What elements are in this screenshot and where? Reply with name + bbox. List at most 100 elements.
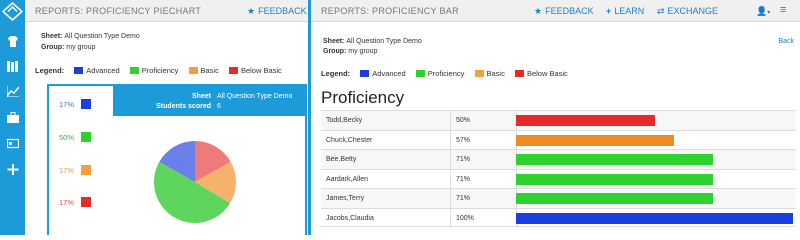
proficiency-bar <box>516 115 655 126</box>
left-icon-rail <box>0 0 25 235</box>
column-divider <box>450 130 451 149</box>
proficiency-heading: Proficiency <box>321 88 405 107</box>
learn-link[interactable]: + LEARN <box>606 6 644 16</box>
pct-advanced: 17% <box>59 100 75 109</box>
table-row: James,Terry 71% <box>321 188 796 208</box>
pct-proficiency: 50% <box>59 133 75 142</box>
pct-swatch-below-basic <box>81 197 91 207</box>
group-meta-right: Group: my group <box>323 48 377 55</box>
student-name: Bee,Betty <box>326 156 357 163</box>
legend-swatch-basic <box>474 70 484 77</box>
legend-swatch-advanced <box>360 70 370 77</box>
table-row: Bee,Betty 71% <box>321 149 796 169</box>
piechart-report-panel: REPORTS: PROFICIENCY PIECHART ★ FEEDBACK … <box>25 0 308 235</box>
briefcase-icon[interactable] <box>6 112 19 124</box>
back-link[interactable]: Back <box>778 38 794 45</box>
legend-label-below-basic: Below Basic <box>526 69 568 78</box>
piechart-topbar: REPORTS: PROFICIENCY PIECHART ★ FEEDBACK <box>25 0 308 22</box>
legend-swatch-below-basic <box>514 70 524 77</box>
pct-swatch-basic <box>81 165 91 175</box>
sheet-meta-right: Sheet: All Question Type Demo <box>323 38 422 45</box>
student-name: James,Terry <box>326 195 365 202</box>
legend-title: Legend: <box>35 66 65 75</box>
library-icon[interactable] <box>6 61 19 73</box>
pie-sheet-value: All Question Type Demo <box>217 93 293 100</box>
pct-swatch-advanced <box>81 99 91 109</box>
proficiency-bar <box>516 154 713 165</box>
line-chart-icon[interactable] <box>5 86 20 98</box>
column-divider <box>450 189 451 208</box>
legend-label-advanced: Advanced <box>86 66 120 75</box>
pie-students-key: Students scored <box>156 103 211 110</box>
group-meta: Group: my group <box>41 44 95 51</box>
student-name: Jacobs,Claudia <box>326 214 374 222</box>
legend-label-below-basic: Below Basic <box>240 66 282 75</box>
user-icon: 👤 <box>756 6 768 16</box>
proficiency-pie-chart <box>153 141 236 224</box>
shirt-icon[interactable] <box>6 36 19 48</box>
star-icon: ★ <box>534 6 543 16</box>
sheet-value-right: All Question Type Demo <box>346 38 422 45</box>
proficiency-bar-table: Todd,Becky 50% Chuck,Chester 57% Bee,Betty… <box>321 110 796 227</box>
sheet-value: All Question Type Demo <box>64 33 140 40</box>
student-pct: 71% <box>456 156 471 163</box>
bar-topbar: REPORTS: PROFICIENCY BAR ★ FEEDBACK + LEAR… <box>311 0 800 22</box>
table-row: Aardark,Allen 71% <box>321 168 796 188</box>
legend-swatch-proficiency <box>415 70 425 77</box>
group-label: Group: <box>41 44 65 51</box>
legend-label-basic: Basic <box>200 66 219 75</box>
pct-below-basic: 17% <box>59 198 75 207</box>
legend-label-advanced: Advanced <box>372 69 406 78</box>
student-pct: 71% <box>456 175 471 183</box>
student-name: Todd,Becky <box>326 117 363 124</box>
table-row: Chuck,Chester 57% <box>321 129 796 149</box>
legend-swatch-below-basic <box>228 67 238 74</box>
legend-label-basic: Basic <box>486 69 505 78</box>
legend-swatch-advanced <box>74 67 84 74</box>
student-pct: 57% <box>456 136 471 144</box>
feedback-link[interactable]: ★ FEEDBACK <box>247 6 307 17</box>
feedback-label-right: FEEDBACK <box>545 6 594 16</box>
proficiency-bar <box>516 212 793 224</box>
pct-basic: 17% <box>59 166 75 175</box>
plus-icon[interactable] <box>6 164 19 176</box>
sheet-label: Sheet: <box>41 33 63 40</box>
legend-swatch-proficiency <box>129 67 139 74</box>
piechart-box: Sheet All Question Type Demo Students sc… <box>47 84 307 235</box>
feedback-label: FEEDBACK <box>258 6 307 16</box>
pie-info-header: Sheet All Question Type Demo Students sc… <box>113 86 307 116</box>
student-name: Chuck,Chester <box>326 136 373 144</box>
piechart-title: REPORTS: PROFICIENCY PIECHART <box>35 6 202 16</box>
feedback-link-right[interactable]: ★ FEEDBACK <box>534 6 594 17</box>
pct-swatch-proficiency <box>81 132 91 142</box>
exchange-link[interactable]: ⇄ EXCHANGE <box>657 6 718 17</box>
app-logo-icon[interactable] <box>2 2 23 21</box>
user-menu[interactable]: 👤▾ <box>756 6 770 17</box>
table-row: Todd,Becky 50% <box>321 110 796 130</box>
exchange-icon: ⇄ <box>657 6 665 16</box>
proficiency-bar <box>516 193 713 204</box>
group-value: my group <box>66 44 96 51</box>
star-icon: ★ <box>247 6 256 16</box>
student-pct: 71% <box>456 195 471 202</box>
learn-label: LEARN <box>614 6 645 16</box>
legend-label-proficiency: Proficiency <box>141 66 179 75</box>
id-card-icon[interactable] <box>6 138 19 150</box>
pie-students-value: 6 <box>217 103 221 110</box>
exchange-label: EXCHANGE <box>667 6 719 16</box>
caret-down-icon: ▾ <box>767 10 771 16</box>
column-divider <box>450 208 451 226</box>
group-value-right: my group <box>348 48 378 55</box>
sheet-label-right: Sheet: <box>323 38 345 45</box>
legend-swatch-basic <box>188 67 198 74</box>
bar-report-panel: REPORTS: PROFICIENCY BAR ★ FEEDBACK + LEAR… <box>311 0 800 235</box>
proficiency-bar <box>516 173 713 185</box>
legend-label-proficiency: Proficiency <box>427 69 465 78</box>
legend-title-right: Legend: <box>321 69 351 78</box>
sheet-meta: Sheet: All Question Type Demo <box>41 33 140 40</box>
column-divider <box>450 169 451 188</box>
group-label-right: Group: <box>323 48 347 55</box>
proficiency-bar <box>516 134 674 146</box>
hamburger-menu-icon[interactable]: ≡ <box>780 4 786 16</box>
student-pct: 50% <box>456 117 471 124</box>
